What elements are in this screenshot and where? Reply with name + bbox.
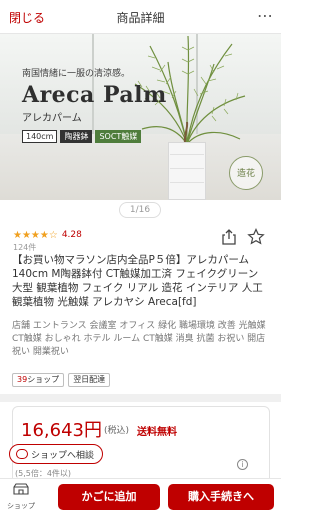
- rating-stars-icon: ★★★★☆: [13, 229, 58, 241]
- free-shipping-label: 送料無料: [137, 427, 177, 438]
- more-menu-icon[interactable]: ⋯: [257, 6, 273, 25]
- tax-label: (税込): [104, 426, 130, 436]
- share-icon[interactable]: [220, 228, 238, 246]
- page-title: 商品詳細: [116, 11, 165, 25]
- section-divider: [0, 394, 281, 402]
- top-bar: 閉じる 商品詳細 ⋯: [0, 0, 281, 34]
- hero-title-jp: アレカパーム: [22, 113, 82, 124]
- points-badge-number: 39: [17, 375, 28, 384]
- chat-bubble-icon: [16, 449, 28, 459]
- points-badge[interactable]: 39ショップ: [12, 373, 65, 387]
- rating-row[interactable]: ★★★★☆ 4.28: [13, 229, 82, 241]
- tag-catalyst: SOCT触媒: [95, 130, 142, 143]
- info-icon[interactable]: i: [237, 459, 248, 470]
- shop-icon: [13, 483, 29, 495]
- price-value: 16,643円: [21, 420, 102, 441]
- contact-shop-button[interactable]: ショップへ相談: [9, 444, 104, 464]
- hero-tags: 140cm 陶器鉢 SOCT触媒: [22, 130, 167, 143]
- product-keywords: 店舗 エントランス 会議室 オフィス 緑化 職場環境 改善 光触媒 CT触媒 お…: [12, 321, 266, 357]
- shop-badges: 39ショップ 翌日配達: [12, 373, 111, 387]
- shop-button[interactable]: ショップ: [6, 480, 36, 511]
- next-day-delivery-badge: 翌日配達: [68, 373, 111, 387]
- checkout-button[interactable]: 購入手続きへ: [168, 484, 274, 510]
- add-to-cart-button[interactable]: かごに追加: [58, 484, 160, 510]
- rating-value: 4.28: [61, 230, 82, 240]
- tag-pot: 陶器鉢: [60, 130, 93, 143]
- hero-title: Areca Palm: [22, 82, 167, 108]
- tag-size: 140cm: [22, 130, 58, 143]
- image-pager: 1/16: [119, 202, 161, 218]
- contact-shop-label: ショップへ相談: [31, 450, 95, 461]
- planter-pot: [168, 142, 206, 200]
- points-badge-label: ショップ: [27, 375, 60, 384]
- review-count[interactable]: 124件: [13, 242, 36, 253]
- product-title: 【お買い物マラソン店内全品P５倍】アレカパーム 140cm M陶器鉢付 CT触媒…: [12, 254, 263, 308]
- hero-text-block: 南国情緒に一服の清涼感。 Areca Palm アレカパーム 140cm 陶器鉢…: [22, 66, 167, 143]
- artificial-flower-badge: 造花: [229, 156, 263, 190]
- shop-button-label: ショップ: [7, 502, 35, 510]
- hero-subtitle: 南国情緒に一服の清涼感。: [22, 69, 131, 79]
- favorite-star-icon[interactable]: [247, 228, 265, 246]
